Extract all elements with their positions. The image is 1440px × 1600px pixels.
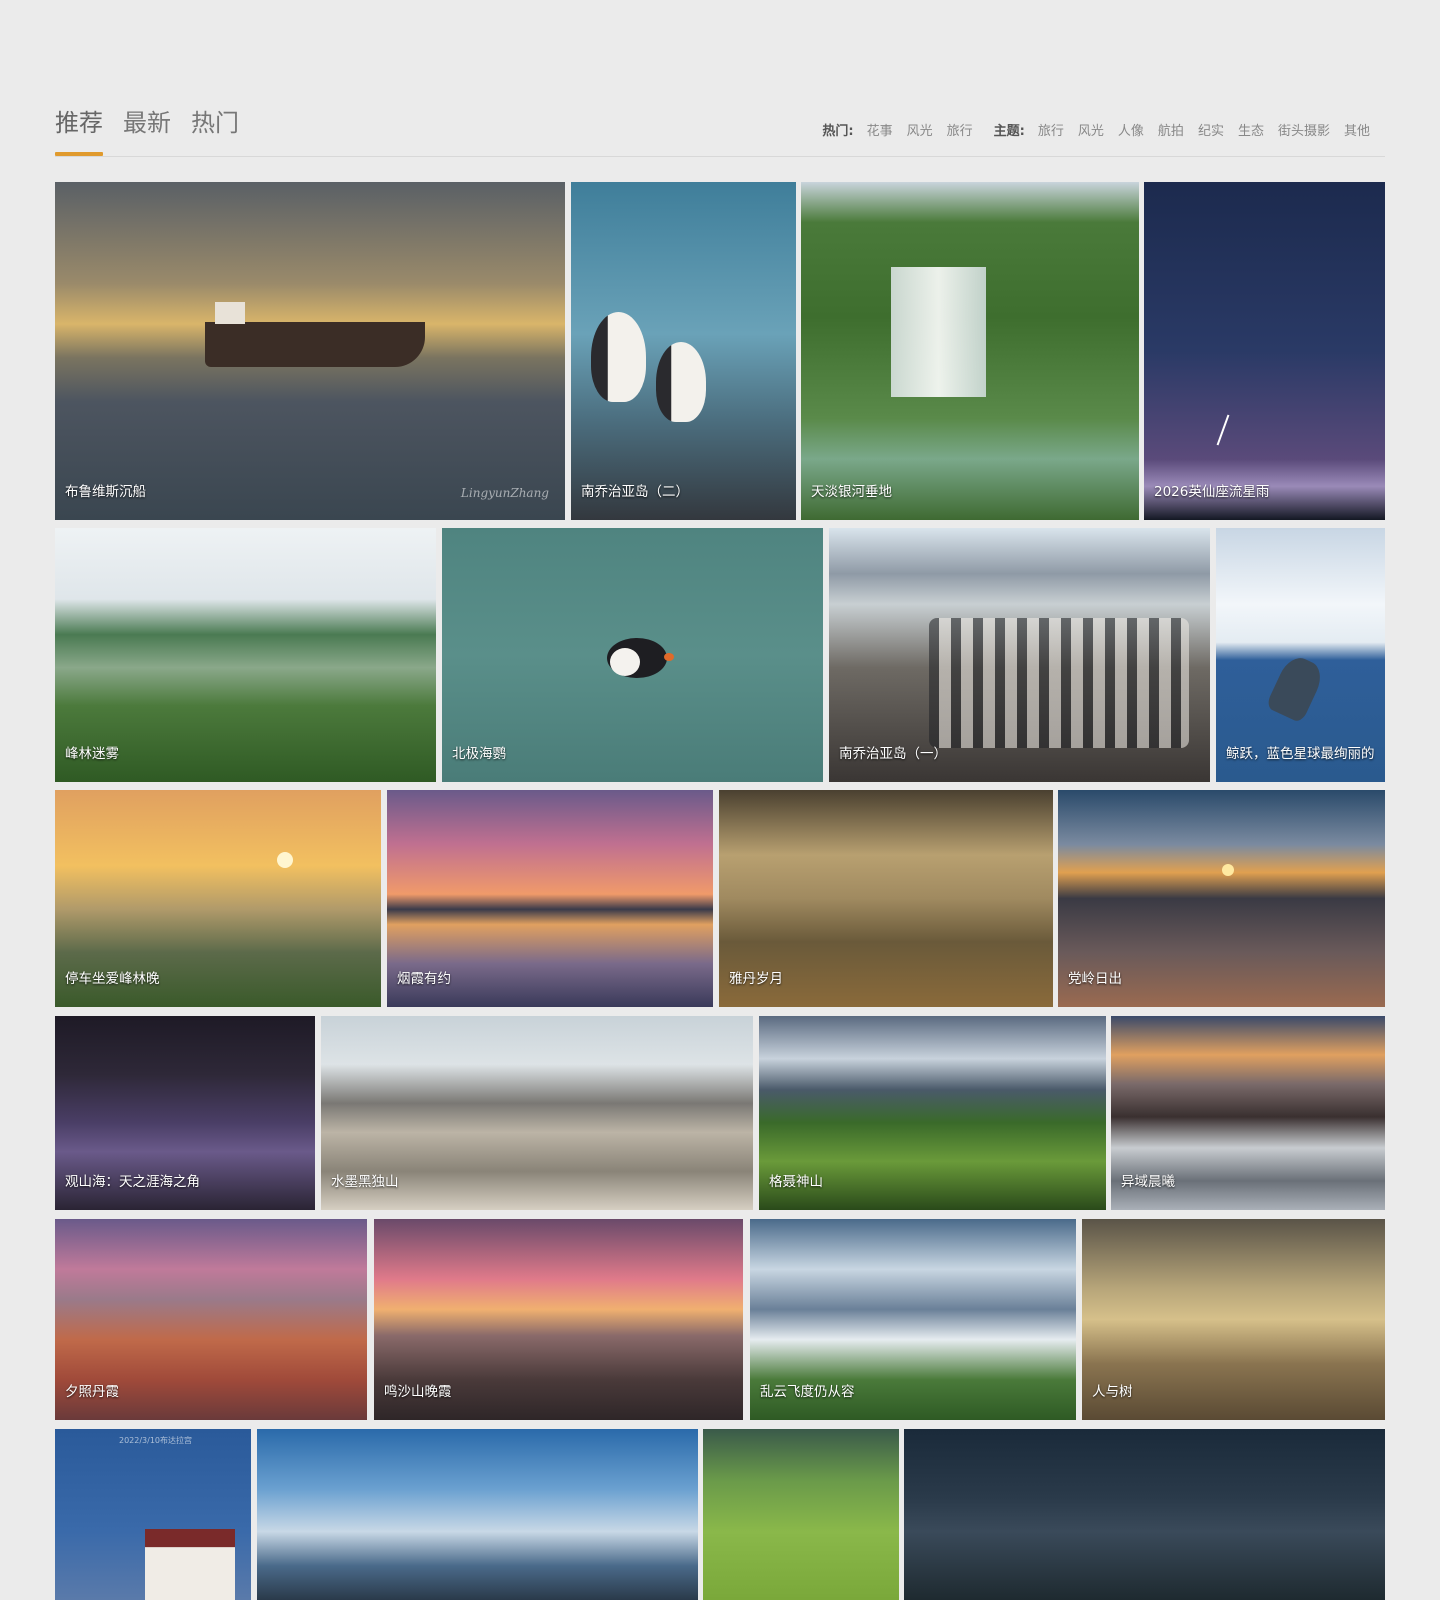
hot-filter-flowers[interactable]: 花事 <box>867 120 893 139</box>
theme-filter-aerial[interactable]: 航拍 <box>1158 120 1184 139</box>
photo-tile[interactable]: 北极海鹦 <box>442 528 823 782</box>
photo-tile[interactable]: 停车坐爱峰林晚 <box>55 790 381 1007</box>
photo-tile[interactable]: 烟霞有约 <box>387 790 713 1007</box>
tabs: 推荐 最新 热门 <box>55 110 239 156</box>
theme-label: 主题: <box>993 124 1025 139</box>
theme-filter-street[interactable]: 街头摄影 <box>1278 120 1330 139</box>
photo-title: 2026英仙座流星雨 <box>1154 484 1270 500</box>
photo-tile[interactable]: 天淡银河垂地 <box>801 182 1139 520</box>
photo-title: 鸣沙山晚霞 <box>384 1384 452 1400</box>
photo-title: 北极海鹦 <box>452 746 506 762</box>
filter-bar: 热门: 花事 风光 旅行 主题: 旅行 风光 人像 航拍 纪实 生态 街头摄影 … <box>822 120 1377 139</box>
photo-title: 观山海：天之涯海之角 <box>65 1174 200 1190</box>
photo-title: 停车坐爱峰林晚 <box>65 971 160 987</box>
photo-tile[interactable]: 2022/3/10布达拉宫 <box>55 1429 251 1600</box>
photo-tile[interactable]: 雅丹岁月 <box>719 790 1053 1007</box>
photo-tile[interactable]: 峰林迷雾 <box>55 528 436 782</box>
photo-title: 布鲁维斯沉船 <box>65 484 146 500</box>
photo-tile[interactable] <box>703 1429 899 1600</box>
hot-filter-travel[interactable]: 旅行 <box>947 120 973 139</box>
theme-filter-portrait[interactable]: 人像 <box>1118 120 1144 139</box>
photo-title: 烟霞有约 <box>397 971 451 987</box>
photo-title: 南乔治亚岛（一） <box>839 746 947 762</box>
photo-title: 乱云飞度仍从容 <box>760 1384 855 1400</box>
photo-date-stamp: 2022/3/10布达拉宫 <box>119 1436 193 1445</box>
photo-title: 南乔治亚岛（二） <box>581 484 689 500</box>
photo-tile[interactable]: 人与树 <box>1082 1219 1385 1420</box>
photo-title: 天淡银河垂地 <box>811 484 892 500</box>
hot-label: 热门: <box>822 124 854 139</box>
photo-tile[interactable]: 格聂神山 <box>759 1016 1106 1210</box>
photo-tile[interactable]: 党岭日出 <box>1058 790 1385 1007</box>
photo-tile[interactable]: 水墨黑独山 <box>321 1016 753 1210</box>
photo-tile[interactable]: 夕照丹霞 <box>55 1219 367 1420</box>
photo-tile[interactable]: 南乔治亚岛（二） <box>571 182 796 520</box>
theme-filter-ecology[interactable]: 生态 <box>1238 120 1264 139</box>
theme-filter-travel[interactable]: 旅行 <box>1038 120 1064 139</box>
photo-title: 格聂神山 <box>769 1174 823 1190</box>
page: 推荐 最新 热门 热门: 花事 风光 旅行 主题: 旅行 风光 人像 航拍 纪实… <box>0 0 1440 1600</box>
photo-title: 雅丹岁月 <box>729 971 783 987</box>
photo-tile[interactable] <box>257 1429 698 1600</box>
theme-filter-scenery[interactable]: 风光 <box>1078 120 1104 139</box>
photo-tile[interactable]: 南乔治亚岛（一） <box>829 528 1210 782</box>
photo-tile[interactable]: 鲸跃，蓝色星球最绚丽的 <box>1216 528 1385 782</box>
tab-hot[interactable]: 热门 <box>191 110 239 156</box>
hot-filter-scenery[interactable]: 风光 <box>907 120 933 139</box>
photo-tile[interactable]: 异域晨曦 <box>1111 1016 1385 1210</box>
tab-bar: 推荐 最新 热门 热门: 花事 风光 旅行 主题: 旅行 风光 人像 航拍 纪实… <box>55 100 1385 157</box>
photo-tile[interactable] <box>904 1429 1385 1600</box>
photo-title: 异域晨曦 <box>1121 1174 1175 1190</box>
photo-title: 峰林迷雾 <box>65 746 119 762</box>
photo-tile[interactable]: 乱云飞度仍从容 <box>750 1219 1076 1420</box>
photo-tile[interactable]: 观山海：天之涯海之角 <box>55 1016 315 1210</box>
photographer-signature: LingyunZhang <box>460 486 549 500</box>
theme-filter-documentary[interactable]: 纪实 <box>1198 120 1224 139</box>
photo-tile[interactable]: 2026英仙座流星雨 <box>1144 182 1385 520</box>
theme-filter-other[interactable]: 其他 <box>1344 120 1370 139</box>
photo-title: 党岭日出 <box>1068 971 1122 987</box>
photo-title: 人与树 <box>1092 1384 1133 1400</box>
photo-title: 水墨黑独山 <box>331 1174 399 1190</box>
photo-title: 夕照丹霞 <box>65 1384 119 1400</box>
photo-tile[interactable]: 鸣沙山晚霞 <box>374 1219 743 1420</box>
tab-recommended[interactable]: 推荐 <box>55 110 103 156</box>
tab-latest[interactable]: 最新 <box>123 110 171 156</box>
photo-title: 鲸跃，蓝色星球最绚丽的 <box>1226 746 1375 762</box>
photo-tile[interactable]: 布鲁维斯沉船 LingyunZhang <box>55 182 565 520</box>
